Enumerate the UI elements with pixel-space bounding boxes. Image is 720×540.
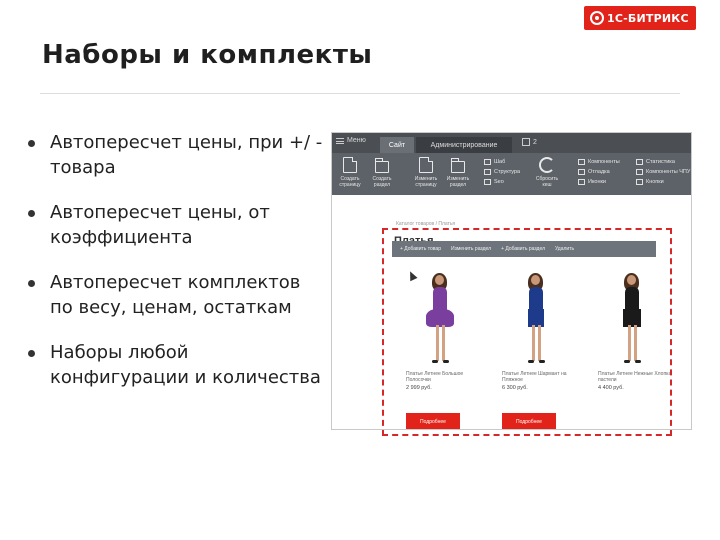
toolbar-button-label: Создать раздел (372, 176, 392, 188)
refresh-icon (539, 157, 555, 173)
bullet-item: Автопересчет комплектов по весу, ценам, … (24, 270, 324, 320)
toolbar-button-label: Изменить раздел (446, 176, 470, 188)
toolbar-list-3: Статистика Компоненты ЧПУ Кнопки (636, 157, 690, 187)
bullet-item: Наборы любой конфигурации и количества (24, 340, 324, 390)
counter-value: 2 (533, 138, 537, 146)
menu-label: Меню (347, 137, 366, 144)
admin-toolbar: Создать страницу Создать раздел Изменить… (332, 153, 691, 195)
new-page-icon (343, 157, 357, 173)
toolbar-list-item[interactable]: Иконки (578, 177, 620, 187)
tab-admin[interactable]: Администрирование (416, 137, 512, 153)
bitrix-logo: 1С-БИТРИКС (584, 6, 696, 30)
breadcrumb[interactable]: Каталог товаров / Платья (396, 221, 455, 227)
bullet-dot-icon (28, 280, 35, 287)
bullet-list: Автопересчет цены, при +/ - товара Автоп… (24, 130, 324, 410)
toolbar-list-2: Компоненты Отладка Иконки (578, 157, 620, 187)
highlight-frame (382, 228, 672, 436)
hamburger-icon (336, 137, 344, 144)
toolbar-list-item[interactable]: Seo (484, 177, 520, 187)
notification-counter[interactable]: 2 (522, 138, 537, 146)
new-section-icon (375, 158, 389, 173)
bullet-item: Автопересчет цены, от коэффициента (24, 200, 324, 250)
toolbar-button-label: Изменить страницу (414, 176, 438, 188)
bullet-text: Автопересчет цены, при +/ - товара (50, 132, 323, 178)
toolbar-list-item[interactable]: Отладка (578, 167, 620, 177)
create-section-button[interactable]: Создать раздел (368, 157, 396, 188)
toolbar-list-item[interactable]: Структура (484, 167, 520, 177)
edit-page-icon (419, 157, 433, 173)
toolbar-button-label: Сбросить кеш (535, 176, 559, 188)
edit-section-icon (451, 158, 465, 173)
notification-icon (522, 138, 530, 146)
toolbar-list-1: Шаб Структура Seo (484, 157, 520, 187)
bullet-dot-icon (28, 140, 35, 147)
menu-button[interactable]: Меню (336, 137, 366, 144)
toolbar-list-item[interactable]: Статистика (636, 157, 690, 167)
toolbar-list-item[interactable]: Компоненты (578, 157, 620, 167)
bullet-dot-icon (28, 210, 35, 217)
toolbar-list-item[interactable]: Шаб (484, 157, 520, 167)
edit-page-button[interactable]: Изменить страницу (412, 157, 440, 188)
bullet-text: Автопересчет комплектов по весу, ценам, … (50, 272, 301, 318)
bullet-dot-icon (28, 350, 35, 357)
tab-site[interactable]: Сайт (380, 137, 414, 153)
toolbar-list-item[interactable]: Компоненты ЧПУ (636, 167, 690, 177)
bullet-text: Наборы любой конфигурации и количества (50, 342, 321, 388)
admin-top-bar: Меню Сайт Администрирование 2 (332, 133, 691, 153)
title-divider (40, 93, 680, 94)
toolbar-button-label: Создать страницу (339, 176, 361, 188)
bullet-text: Автопересчет цены, от коэффициента (50, 202, 270, 248)
slide-title: Наборы и комплекты (42, 40, 373, 70)
edit-section-button[interactable]: Изменить раздел (444, 157, 472, 188)
toolbar-list-item[interactable]: Кнопки (636, 177, 690, 187)
create-page-button[interactable]: Создать страницу (336, 157, 364, 188)
clear-cache-button[interactable]: Сбросить кеш (532, 157, 562, 188)
logo-mark-icon (590, 11, 604, 25)
logo-text: 1С-БИТРИКС (607, 11, 689, 25)
bullet-item: Автопересчет цены, при +/ - товара (24, 130, 324, 180)
